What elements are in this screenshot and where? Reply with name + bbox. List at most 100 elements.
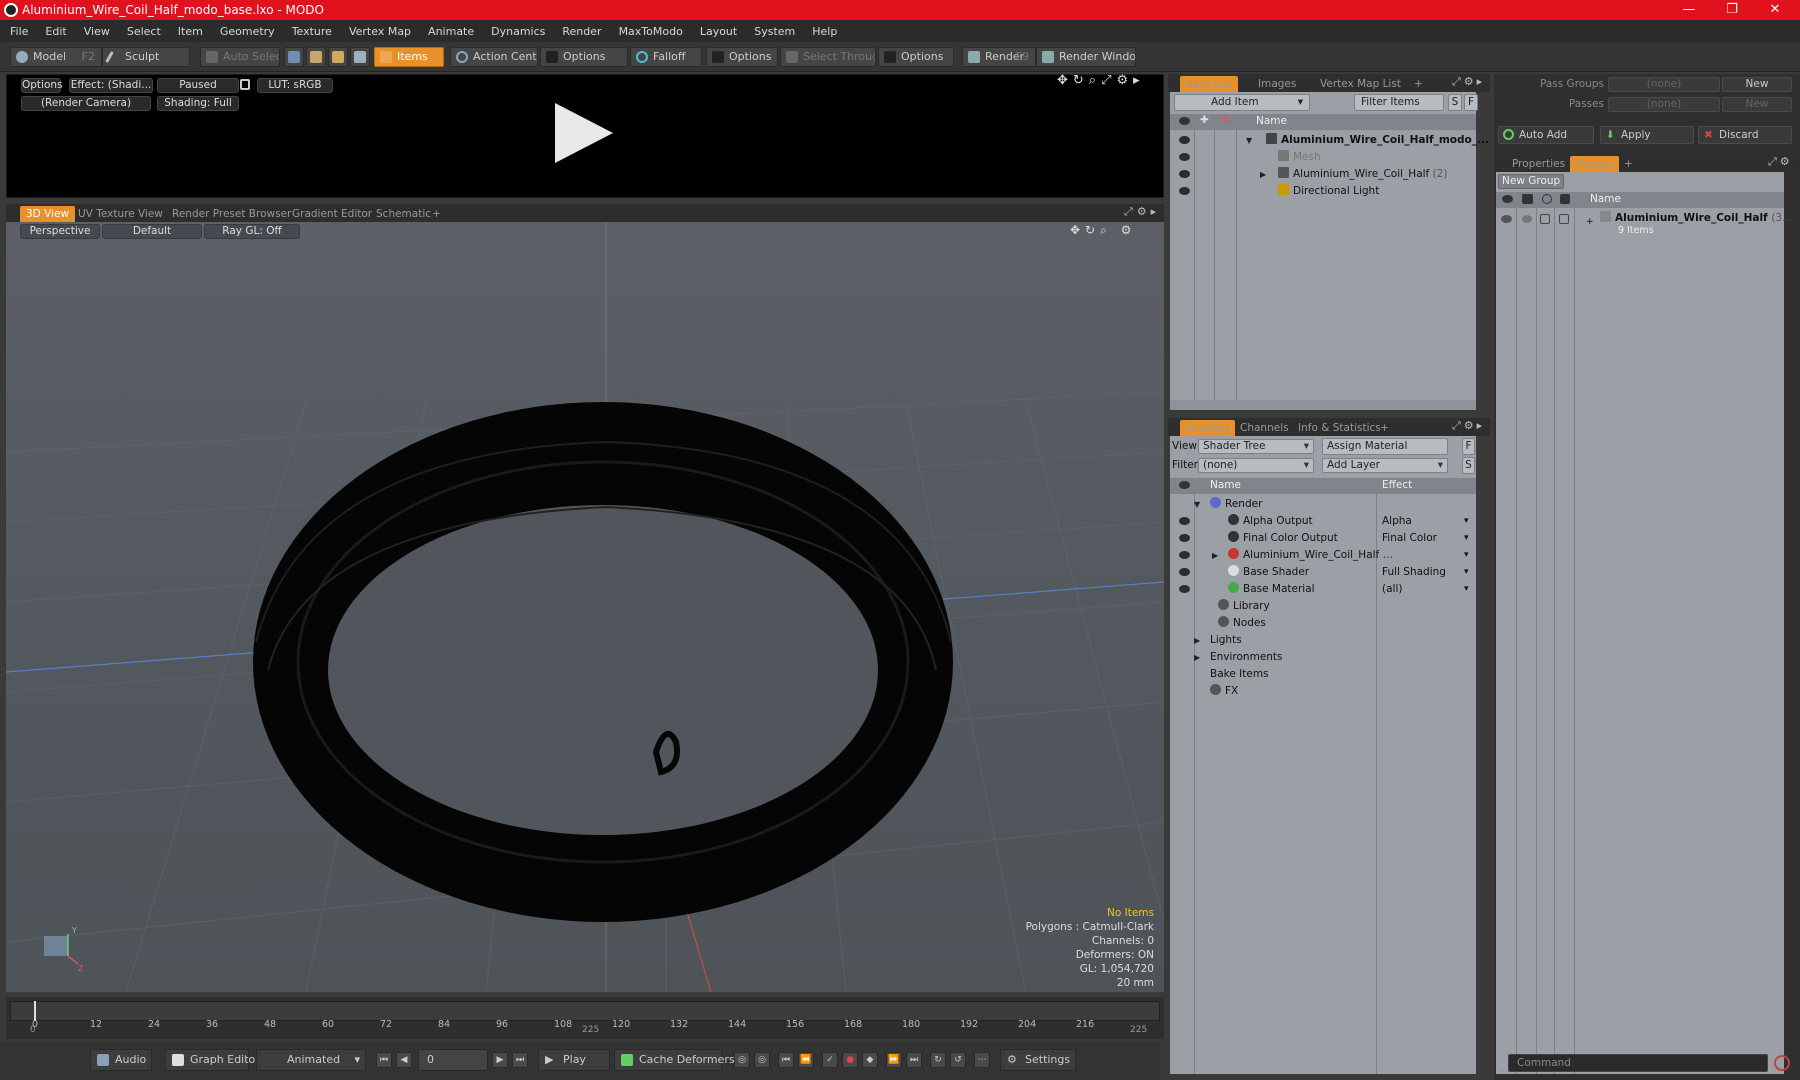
select-through-options-button[interactable]: Options (878, 47, 954, 67)
next-key-icon[interactable]: ▶ (492, 1052, 508, 1068)
menu-edit[interactable]: Edit (45, 25, 66, 38)
shader-row[interactable]: Alpha Output Alpha ▾ (1170, 513, 1476, 530)
shading-dropdown[interactable]: Shading: Full (157, 96, 239, 111)
ping-pong-icon[interactable]: ↺ (950, 1052, 966, 1068)
menu-vertex-map[interactable]: Vertex Map (349, 25, 411, 38)
menu-system[interactable]: System (754, 25, 795, 38)
menu-view[interactable]: View (84, 25, 110, 38)
maximize-button[interactable]: ❐ (1709, 0, 1755, 20)
auto-add-button[interactable]: Auto Add (1498, 126, 1594, 144)
previous-key-icon[interactable]: ◀ (396, 1052, 412, 1068)
shader-row[interactable]: Final Color Output Final Color ▾ (1170, 530, 1476, 547)
menu-item[interactable]: Item (178, 25, 203, 38)
loop-icon[interactable]: ↻ (930, 1052, 946, 1068)
shader-row[interactable]: Base Shader Full Shading ▾ (1170, 564, 1476, 581)
go-to-end-icon[interactable]: ⏭ (512, 1052, 528, 1068)
eye-icon[interactable] (1179, 136, 1190, 144)
timeline[interactable]: 0 12 24 36 48 60 72 84 96 108 120 132 144 156 168 180 19… (6, 997, 1164, 1039)
auto-select-button[interactable]: Auto Select (200, 47, 280, 67)
key-icon-2[interactable]: ◎ (754, 1052, 770, 1068)
chevron-down-icon[interactable]: ▾ (1464, 564, 1469, 581)
tab-groups[interactable]: Groups (1570, 156, 1620, 172)
shading-panel-icons[interactable]: ⤢⚙▸ (1452, 419, 1485, 433)
pass-groups-dropdown[interactable]: (none) (1608, 77, 1720, 92)
eye-icon[interactable] (1179, 170, 1190, 178)
menu-texture[interactable]: Texture (292, 25, 332, 38)
items-mode-button[interactable]: Items (374, 47, 444, 67)
f-button[interactable]: F (1462, 438, 1475, 455)
next-frame-icon[interactable]: ⏩ (886, 1052, 902, 1068)
render-toggle-icon[interactable] (1522, 215, 1532, 223)
tab-vertex-map-list[interactable]: Vertex Map List (1314, 76, 1407, 92)
render-button[interactable]: Render F9 (962, 47, 1036, 67)
shader-row[interactable]: ▶ Environments (1170, 649, 1476, 666)
add-tab-button[interactable]: + (1618, 156, 1639, 172)
perspective-dropdown[interactable]: Perspective (20, 224, 100, 239)
menu-maxtomodo[interactable]: MaxToModo (619, 25, 683, 38)
sculpt-mode-button[interactable]: Sculpt (102, 47, 190, 67)
eye-icon[interactable] (1501, 215, 1512, 223)
command-status-icon[interactable] (1774, 1055, 1790, 1071)
next-key-step-icon[interactable]: ⏭ (906, 1052, 922, 1068)
chevron-down-icon[interactable]: ▾ (1464, 581, 1469, 598)
item-row-coil[interactable]: ▶ Aluminium_Wire_Coil_Half (2) (1170, 166, 1476, 183)
chevron-down-icon[interactable]: ▾ (1464, 547, 1469, 564)
tab-uv-texture-view[interactable]: UV Texture View (72, 206, 169, 222)
tab-3d-view[interactable]: 3D View (20, 206, 76, 222)
preview-nav-icons[interactable]: ✥↻⌕⤢⚙▸ (1057, 73, 1145, 88)
graph-editor-button[interactable]: Graph Editor (165, 1049, 260, 1071)
key-icon-1[interactable]: ◎ (734, 1052, 750, 1068)
eye-icon[interactable] (1179, 534, 1190, 542)
select-through-button[interactable]: Select Through (780, 47, 876, 67)
eye-icon[interactable] (1179, 585, 1190, 593)
lut-dropdown[interactable]: LUT: sRGB (257, 78, 333, 93)
select-checkbox[interactable] (1559, 214, 1569, 224)
shader-row[interactable]: ▼ Render (1170, 496, 1476, 513)
render-window-button[interactable]: Render Window (1036, 47, 1136, 67)
select-materials-button[interactable] (350, 47, 370, 67)
command-input[interactable]: Command (1508, 1054, 1768, 1072)
menu-file[interactable]: File (10, 25, 28, 38)
expand-arrow-icon[interactable]: ▶ (1194, 632, 1200, 649)
shader-row[interactable]: FX (1170, 683, 1476, 700)
add-item-dropdown[interactable]: Add Item ▾ (1174, 94, 1310, 111)
eye-icon[interactable] (1179, 568, 1190, 576)
chevron-down-icon[interactable]: ▾ (1464, 513, 1469, 530)
tab-channels[interactable]: Channels (1234, 420, 1295, 436)
audio-button[interactable]: Audio (90, 1049, 152, 1071)
cache-deformers-button[interactable]: Cache Deformers (614, 1049, 735, 1071)
shader-row[interactable]: Nodes (1170, 615, 1476, 632)
view-dropdown[interactable]: Shader Tree (1198, 439, 1314, 454)
add-tab-button[interactable]: + (1408, 76, 1429, 92)
expand-arrow-icon[interactable]: ▼ (1194, 496, 1200, 513)
chevron-down-icon[interactable]: ▾ (1464, 530, 1469, 547)
minimize-button[interactable]: — (1666, 0, 1712, 20)
add-tab-button[interactable]: + (1374, 420, 1395, 436)
tab-item-list[interactable]: Item List (1180, 76, 1238, 92)
menu-select[interactable]: Select (127, 25, 161, 38)
lock-icon[interactable] (240, 79, 250, 90)
menu-dynamics[interactable]: Dynamics (491, 25, 545, 38)
play-button[interactable]: ▶ Play (538, 1049, 610, 1071)
3d-viewport[interactable]: Perspective Default Ray GL: Off ✥↻⌕ ⚙ Y … (6, 222, 1164, 992)
filter-items-input[interactable]: Filter Items (1354, 94, 1444, 111)
frame-input[interactable]: 0 (418, 1049, 488, 1071)
menu-animate[interactable]: Animate (428, 25, 474, 38)
timeline-playhead[interactable] (34, 1001, 36, 1021)
assign-material-button[interactable]: Assign Material (1322, 438, 1448, 455)
viewport-panel-icons[interactable]: ⤢⚙▸ (1124, 205, 1160, 219)
tab-properties[interactable]: Properties (1506, 156, 1571, 172)
timeline-ruler[interactable] (10, 1001, 1160, 1021)
expand-plus-icon[interactable]: + (1586, 214, 1594, 231)
record-icon[interactable]: ● (842, 1052, 858, 1068)
auto-key-icon[interactable]: ✓ (822, 1052, 838, 1068)
new-pass-button[interactable]: New (1722, 97, 1792, 112)
item-list-panel-icons[interactable]: ⤢⚙▸ (1452, 75, 1485, 89)
item-row-mesh[interactable]: Mesh (1170, 149, 1476, 166)
tab-info-statistics[interactable]: Info & Statistics (1292, 420, 1387, 436)
render-camera-dropdown[interactable]: (Render Camera) (21, 96, 151, 111)
paused-button[interactable]: Paused (157, 78, 239, 93)
action-center-options-button[interactable]: Options (540, 47, 628, 67)
s-button[interactable]: S (1462, 457, 1475, 474)
shader-row[interactable]: Library (1170, 598, 1476, 615)
